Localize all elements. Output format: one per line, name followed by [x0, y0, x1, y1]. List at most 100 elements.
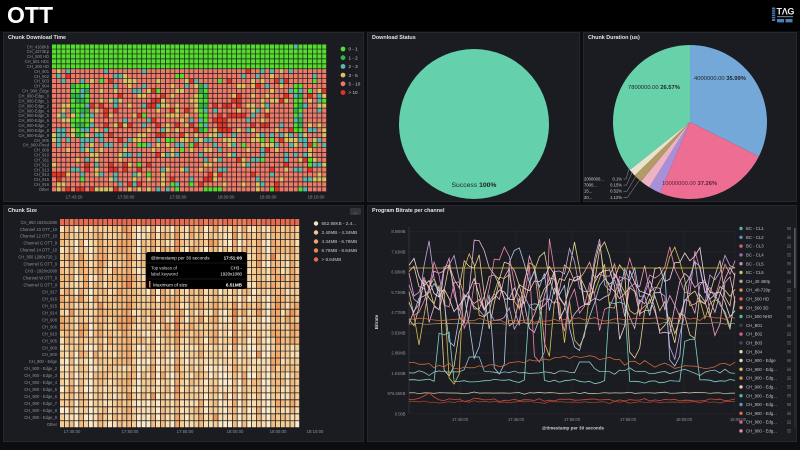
- svg-text:Channel W OTT_9: Channel W OTT_9: [23, 276, 58, 281]
- svg-text:CH_900: CH_900: [42, 345, 58, 350]
- svg-text:CH_900 - Edg...: CH_900 - Edg...: [746, 411, 777, 416]
- svg-text:2 - 3: 2 - 3: [349, 64, 359, 69]
- svg-text:CH_950 1920x1080: CH_950 1920x1080: [21, 220, 58, 225]
- svg-text:18:05:00: 18:05:00: [730, 417, 747, 422]
- svg-text:6.51MB: 6.51MB: [226, 283, 243, 288]
- svg-text:BC - CL6: BC - CL6: [746, 270, 764, 275]
- svg-text:1 - 2: 1 - 2: [349, 55, 359, 60]
- svg-text:18:00:00: 18:00:00: [676, 417, 693, 422]
- svg-text:18:00:00: 18:00:00: [227, 429, 244, 434]
- svg-text:0.1%: 0.1%: [612, 177, 622, 182]
- svg-text:@timestamp per 30 seconds: @timestamp per 30 seconds: [151, 256, 210, 261]
- svg-text:18:10:00: 18:10:00: [307, 429, 324, 434]
- svg-text:CH_B02: CH_B02: [746, 332, 763, 337]
- svg-text:CH_500 3D: CH_500 3D: [746, 305, 768, 310]
- svg-text:CH_908: CH_908: [42, 317, 58, 322]
- svg-text:Download Status: Download Status: [372, 35, 416, 41]
- svg-text:Other: Other: [39, 187, 50, 192]
- svg-text:CH_917: CH_917: [42, 290, 58, 295]
- svg-text:3 - 5: 3 - 5: [349, 73, 359, 78]
- svg-text:CH_900 - Edg...: CH_900 - Edg...: [746, 420, 777, 425]
- svg-text:2.86MB: 2.86MB: [391, 351, 405, 356]
- svg-text:CH_500 HD: CH_500 HD: [746, 297, 769, 302]
- svg-text:17:55:00: 17:55:00: [170, 195, 187, 200]
- svg-text:Channel 10 OTT_10: Channel 10 OTT_10: [20, 227, 58, 232]
- svg-text:18:05:00: 18:05:00: [270, 429, 287, 434]
- svg-text:7800000.00 26.57%: 7800000.00 26.57%: [628, 85, 680, 91]
- svg-text:BC - CL1: BC - CL1: [746, 226, 764, 231]
- svg-text:8.58MB: 8.58MB: [391, 229, 405, 234]
- svg-text:TΛG: TΛG: [777, 7, 795, 17]
- svg-text:CH_B03: CH_B03: [746, 341, 763, 346]
- svg-text:17:51:00: 17:51:00: [224, 256, 243, 261]
- svg-text:1920x1080: 1920x1080: [220, 272, 242, 277]
- svg-text:10000000.00 37.26%: 10000000.00 37.26%: [662, 181, 717, 187]
- svg-text:CH_900 - Edg...: CH_900 - Edg...: [746, 376, 777, 381]
- svg-text:BC - CL5: BC - CL5: [746, 261, 764, 266]
- svg-text:CH_900 - Edg...: CH_900 - Edg...: [746, 393, 777, 398]
- svg-text:CH_900 - Edg...: CH_900 - Edg...: [746, 385, 777, 390]
- svg-text:CH_914: CH_914: [42, 310, 58, 315]
- svg-text:17:50:00: 17:50:00: [564, 417, 581, 422]
- svg-text:17:45:00: 17:45:00: [64, 429, 81, 434]
- svg-text:CH_900 - Edge_7: CH_900 - Edge_7: [24, 401, 57, 406]
- svg-text:CH_900 - Edg...: CH_900 - Edg...: [746, 367, 777, 372]
- svg-text:17:50:00: 17:50:00: [118, 195, 135, 200]
- svg-text:0.00B: 0.00B: [395, 411, 406, 416]
- svg-text:976.56KB: 976.56KB: [388, 391, 406, 396]
- svg-text:Program Bitrate per channel: Program Bitrate per channel: [372, 208, 445, 214]
- svg-text:CH_915: CH_915: [42, 303, 58, 308]
- svg-text:CH_900 - Edg...: CH_900 - Edg...: [746, 429, 777, 434]
- svg-text:4.34MB - 6.78MB: 4.34MB - 6.78MB: [322, 239, 358, 244]
- svg-text:Channel G OTT_9: Channel G OTT_9: [24, 262, 58, 267]
- svg-text:0 - 1: 0 - 1: [349, 47, 359, 52]
- svg-text:17:55:00: 17:55:00: [177, 429, 194, 434]
- svg-text:5.72MB: 5.72MB: [391, 290, 405, 295]
- svg-text:Bitrate: Bitrate: [374, 314, 379, 329]
- svg-text:CH_906: CH_906: [42, 324, 58, 329]
- svg-text:CH_900 - Edge_6: CH_900 - Edge_6: [24, 394, 57, 399]
- svg-text:0.52%: 0.52%: [610, 189, 622, 194]
- svg-text:1.91MB: 1.91MB: [391, 371, 405, 376]
- svg-text:> 10: > 10: [349, 90, 359, 95]
- svg-text:18:10:00: 18:10:00: [308, 195, 325, 200]
- svg-text:CH_900 - Edge_2: CH_900 - Edge_2: [24, 366, 57, 371]
- svg-text:Chunk Size: Chunk Size: [8, 208, 37, 214]
- svg-text:BC - CL3: BC - CL3: [746, 244, 764, 249]
- svg-text:3.81MB: 3.81MB: [391, 330, 405, 335]
- svg-text:6.78MB - 8.64MB: 6.78MB - 8.64MB: [322, 248, 358, 253]
- svg-text:CH_900 - Edge: CH_900 - Edge: [746, 358, 776, 363]
- svg-text:Chunk Duration (us): Chunk Duration (us): [588, 35, 640, 41]
- svg-text:@timestamp per 30 seconds: @timestamp per 30 seconds: [542, 426, 605, 431]
- svg-text:4000000.00 35.99%: 4000000.00 35.99%: [694, 76, 746, 82]
- svg-text:Success 100%: Success 100%: [452, 182, 497, 189]
- svg-text:CH_40-720p: CH_40-720p: [746, 288, 771, 293]
- svg-text:17:45:00: 17:45:00: [508, 417, 525, 422]
- svg-text:Channel G OTT_9: Channel G OTT_9: [24, 283, 58, 288]
- svg-text:Channel G OTT_9: Channel G OTT_9: [24, 241, 58, 246]
- svg-text:CH_905: CH_905: [42, 338, 58, 343]
- svg-text:5 - 10: 5 - 10: [349, 82, 361, 87]
- svg-text:652.88KB - 2.4...: 652.88KB - 2.4...: [322, 221, 356, 226]
- svg-text:7000...: 7000...: [584, 183, 597, 188]
- svg-text:CH_950 1280x720_1: CH_950 1280x720_1: [18, 255, 57, 260]
- svg-text:15...: 15...: [584, 189, 592, 194]
- svg-text:CH3 - 1920x1080: CH3 - 1920x1080: [25, 269, 58, 274]
- svg-text:CH_B01: CH_B01: [746, 323, 763, 328]
- svg-text:CH_500 NHD: CH_500 NHD: [746, 314, 772, 319]
- svg-text:...: ...: [353, 209, 357, 215]
- svg-text:CH_900 - Edge_4: CH_900 - Edge_4: [24, 380, 57, 385]
- svg-text:Chunk Download Time: Chunk Download Time: [8, 35, 66, 41]
- svg-text:Channel 12 OTT_10: Channel 12 OTT_10: [20, 234, 58, 239]
- svg-text:17:40:00: 17:40:00: [452, 417, 469, 422]
- svg-text:18:05:00: 18:05:00: [260, 195, 277, 200]
- svg-text:CH_900 - Edge: CH_900 - Edge: [29, 359, 58, 364]
- svg-text:0.15%: 0.15%: [610, 183, 622, 188]
- svg-text:17:43:20: 17:43:20: [66, 195, 83, 200]
- svg-text:CH_900 - Edg...: CH_900 - Edg...: [746, 402, 777, 407]
- svg-text:CH_916: CH_916: [42, 297, 58, 302]
- svg-text:CH_40 480p: CH_40 480p: [746, 279, 771, 284]
- svg-text:2.40MB - 4.34MB: 2.40MB - 4.34MB: [322, 230, 358, 235]
- svg-text:CH_900 - Edge_5: CH_900 - Edge_5: [24, 387, 57, 392]
- svg-text:> 8.64MB: > 8.64MB: [322, 257, 342, 262]
